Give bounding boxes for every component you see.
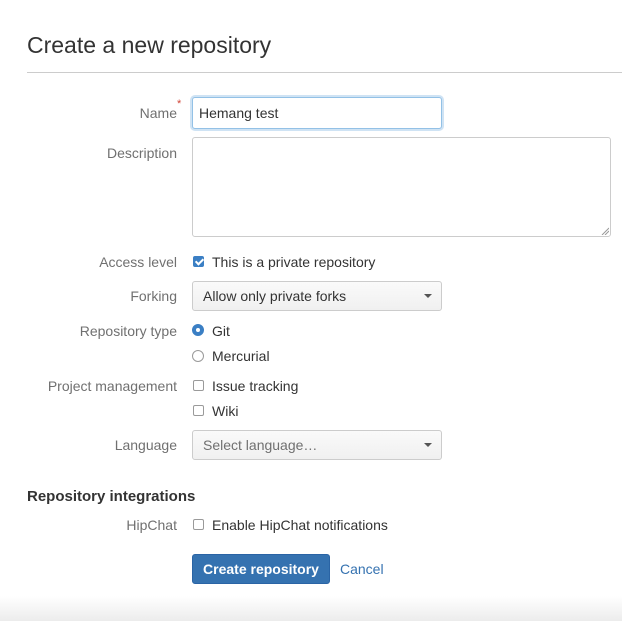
title-divider xyxy=(27,72,622,73)
wiki-option-label[interactable]: Wiki xyxy=(212,402,238,420)
git-radio[interactable] xyxy=(192,324,204,336)
hipchat-checkbox[interactable] xyxy=(193,519,204,530)
project-management-label: Project management xyxy=(47,378,177,394)
forking-select[interactable]: Allow only private forks xyxy=(192,281,442,311)
wiki-checkbox[interactable] xyxy=(193,405,204,416)
footer-fade xyxy=(0,596,622,621)
chevron-down-icon xyxy=(424,443,432,447)
issue-tracking-checkbox[interactable] xyxy=(193,380,204,391)
forking-selected-value: Allow only private forks xyxy=(203,288,347,304)
name-input[interactable] xyxy=(192,97,442,129)
page-title: Create a new repository xyxy=(27,32,272,58)
git-option-label[interactable]: Git xyxy=(212,322,230,340)
language-label: Language xyxy=(114,437,177,453)
access-level-label: Access level xyxy=(99,254,177,270)
create-repository-button[interactable]: Create repository xyxy=(192,554,330,584)
description-label: Description xyxy=(106,145,177,161)
hipchat-label: HipChat xyxy=(126,517,177,533)
name-label: Name xyxy=(139,105,177,121)
private-repository-option-label[interactable]: This is a private repository xyxy=(212,253,375,271)
forking-label: Forking xyxy=(130,288,177,304)
repository-type-label: Repository type xyxy=(79,323,177,339)
private-repository-checkbox[interactable] xyxy=(193,256,204,267)
language-select[interactable]: Select language… xyxy=(192,430,442,460)
required-marker: * xyxy=(177,98,182,110)
hipchat-option-label[interactable]: Enable HipChat notifications xyxy=(212,516,388,534)
resize-grip-icon[interactable] xyxy=(601,227,609,235)
mercurial-radio[interactable] xyxy=(192,350,204,362)
cancel-link[interactable]: Cancel xyxy=(340,561,384,578)
mercurial-option-label[interactable]: Mercurial xyxy=(212,347,270,365)
integrations-heading: Repository integrations xyxy=(27,488,196,505)
issue-tracking-option-label[interactable]: Issue tracking xyxy=(212,377,298,395)
description-textarea[interactable] xyxy=(192,137,611,237)
language-placeholder: Select language… xyxy=(203,437,318,453)
chevron-down-icon xyxy=(424,294,432,298)
